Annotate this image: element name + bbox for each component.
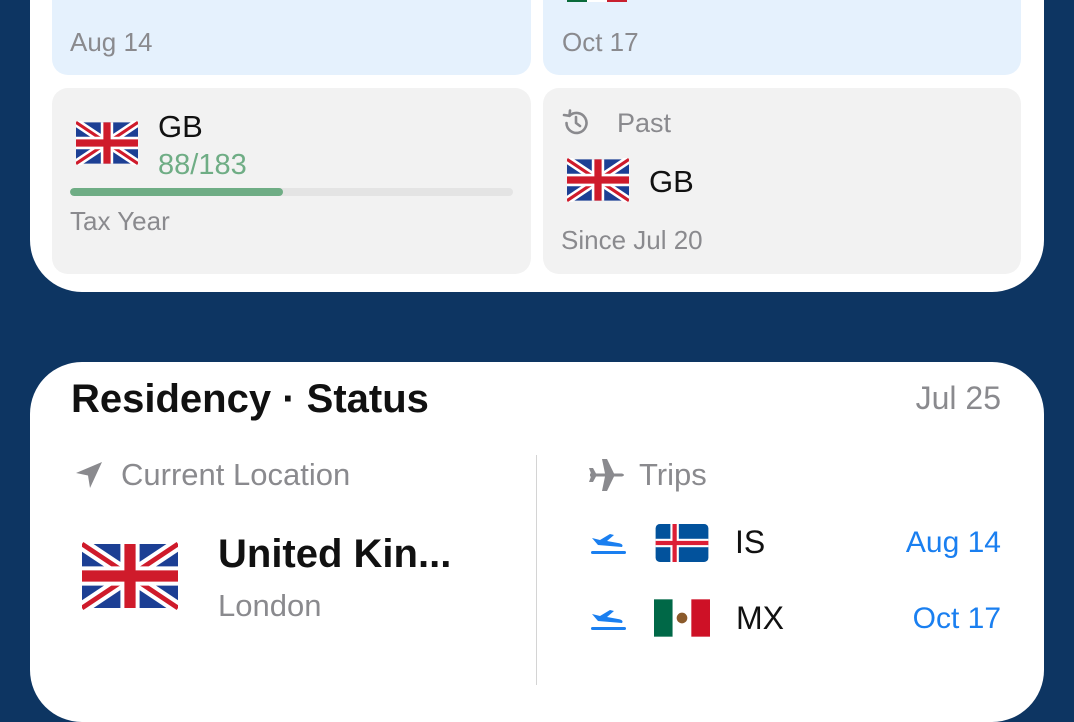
uk-flag-icon: [76, 121, 138, 165]
past-location-tile[interactable]: Past GB Since Jul 20: [543, 88, 1021, 274]
column-divider: [536, 455, 537, 685]
past-heading: Past: [617, 108, 672, 138]
trip-country-code: MX: [736, 600, 784, 636]
trip-date: Oct 17: [562, 27, 639, 57]
uk-flag-icon: [567, 158, 629, 202]
current-location-heading: Current Location: [121, 457, 351, 492]
location-arrow-icon: [73, 459, 105, 496]
history-icon: [561, 108, 591, 143]
current-city-name: London: [218, 588, 322, 623]
airplane-icon: [588, 458, 626, 497]
trip-date: Oct 17: [912, 602, 1001, 635]
plane-departure-icon: [588, 528, 628, 561]
past-country-code: GB: [649, 164, 694, 199]
current-country-name: United Kin...: [218, 532, 452, 576]
tax-progress-fill: [70, 188, 284, 196]
iceland-flag-icon: [654, 524, 710, 562]
residency-status-widget[interactable]: Residency · Status Jul 25 Current Locati…: [30, 362, 1044, 722]
widget-title: Residency · Status: [71, 377, 429, 421]
trip-date: Aug 14: [905, 526, 1001, 559]
trip-country-code: IS: [735, 524, 766, 560]
summary-widget: Aug 14 Oct 17 GB 88/183 Tax Year Past GB…: [30, 0, 1044, 292]
tax-progress-bar: [70, 188, 513, 196]
flag-icon: [567, 0, 627, 2]
plane-departure-icon: [588, 604, 628, 637]
uk-flag-icon: [82, 542, 178, 610]
past-since-date: Since Jul 20: [561, 225, 703, 255]
trip-date: Aug 14: [70, 27, 153, 57]
tax-year-tile[interactable]: GB 88/183 Tax Year: [52, 88, 531, 274]
trips-heading: Trips: [639, 457, 707, 492]
upcoming-trip-tile-right[interactable]: Oct 17: [543, 0, 1021, 75]
upcoming-trip-tile-left[interactable]: Aug 14: [52, 0, 531, 75]
mexico-flag-icon: [654, 599, 710, 637]
days-count: 88/183: [158, 149, 247, 181]
status-date: Jul 25: [915, 380, 1001, 416]
tax-country-code: GB: [158, 109, 203, 144]
tax-year-label: Tax Year: [70, 206, 170, 236]
